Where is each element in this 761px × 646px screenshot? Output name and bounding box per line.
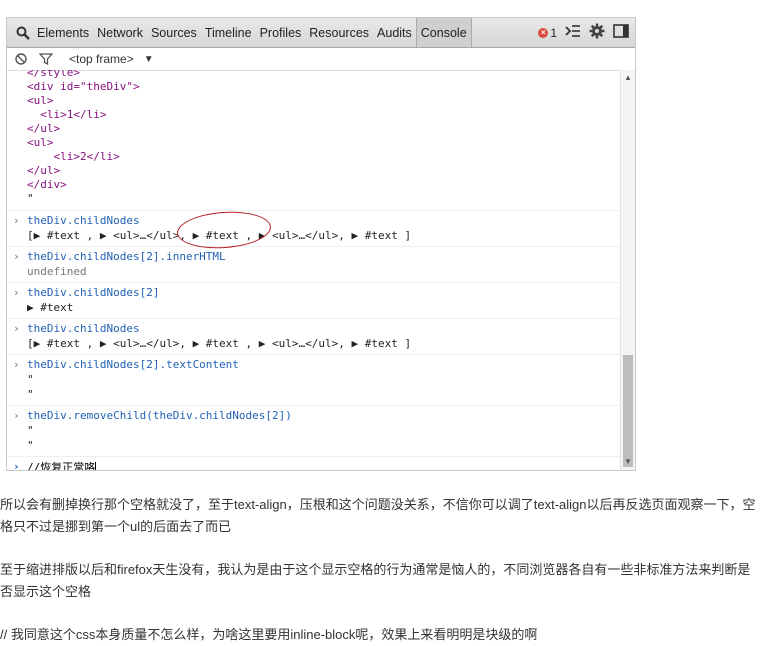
console-result: " ": [27, 424, 34, 452]
prompt-chevron-icon: ›: [13, 214, 20, 227]
article-paragraph: // 我同意这个css本身质量不怎么样，为啥这里要用inline-block呢，…: [0, 627, 538, 642]
console-command: theDiv.childNodes: [27, 322, 140, 335]
html-line: </ul>: [27, 122, 61, 135]
input-prompt-icon: ›: [13, 460, 20, 470]
console-command: theDiv.childNodes: [27, 214, 140, 227]
toolbar-right: × 1: [538, 18, 629, 47]
console-entry: › theDiv.childNodes[2].textContent " ": [7, 354, 621, 405]
devtools-toolbar: Elements Network Sources Timeline Profil…: [7, 18, 635, 48]
html-line: </ul>: [27, 164, 61, 177]
console-drawer-icon[interactable]: [565, 24, 581, 41]
console-command: theDiv.childNodes[2].textContent: [27, 358, 239, 371]
tab-audits[interactable]: Audits: [373, 18, 416, 47]
error-counter[interactable]: × 1: [538, 26, 557, 40]
devtools-panel: Elements Network Sources Timeline Profil…: [6, 17, 636, 471]
tab-network[interactable]: Network: [93, 18, 147, 47]
html-line: ": [27, 192, 34, 205]
html-line: </style>: [27, 70, 80, 79]
tab-timeline[interactable]: Timeline: [201, 18, 256, 47]
filter-icon[interactable]: [39, 53, 55, 65]
error-count: 1: [550, 25, 557, 40]
frame-dropdown-caret-icon[interactable]: ▼: [144, 54, 154, 65]
frame-selector[interactable]: <top frame>: [69, 52, 134, 66]
scrollbar-thumb[interactable]: [623, 355, 633, 467]
prompt-chevron-icon: ›: [13, 409, 20, 422]
console-entry: › theDiv.childNodes [▶ #text , ▶ <ul>…</…: [7, 318, 621, 354]
console-input[interactable]: //恢复正常咯: [27, 461, 95, 470]
console-entry: › theDiv.childNodes [▶ #text , ▶ <ul>…</…: [7, 210, 621, 246]
console-result: " ": [27, 373, 34, 401]
prompt-chevron-icon: ›: [13, 322, 20, 335]
html-line: <div id="theDiv">: [27, 80, 140, 93]
console-entry: › theDiv.childNodes[2] ▶ #text: [7, 282, 621, 318]
html-line: <ul>: [27, 136, 54, 149]
console-scrollbar[interactable]: ▲ ▼: [620, 70, 635, 470]
console-command: theDiv.childNodes[2]: [27, 286, 160, 299]
console-output: </style> <div id="theDiv"> <ul> <li>1</l…: [7, 70, 621, 470]
html-line: <ul>: [27, 94, 54, 107]
html-line: <li>2</li>: [27, 150, 120, 163]
scroll-up-arrow-icon[interactable]: ▲: [621, 72, 635, 84]
console-input-row[interactable]: › //恢复正常咯: [7, 456, 621, 470]
tab-console[interactable]: Console: [415, 18, 472, 47]
console-result: undefined: [27, 265, 87, 278]
console-command: theDiv.childNodes[2].innerHTML: [27, 250, 226, 263]
prompt-chevron-icon: ›: [13, 286, 20, 299]
console-entry: › theDiv.removeChild(theDiv.childNodes[2…: [7, 405, 621, 456]
search-icon[interactable]: [13, 26, 33, 40]
console-result[interactable]: [▶ #text , ▶ <ul>…</ul>, ▶ #text , ▶ <ul…: [27, 336, 621, 351]
html-output-block: </style> <div id="theDiv"> <ul> <li>1</l…: [7, 70, 621, 210]
console-entry: › theDiv.childNodes[2].innerHTML undefin…: [7, 246, 621, 282]
error-icon: ×: [538, 27, 549, 38]
console-result[interactable]: ▶ #text: [27, 300, 621, 315]
clear-console-icon[interactable]: [15, 53, 31, 65]
settings-gear-icon[interactable]: [589, 23, 605, 42]
prompt-chevron-icon: ›: [13, 250, 20, 263]
html-line: </div>: [27, 178, 67, 191]
tab-profiles[interactable]: Profiles: [256, 18, 306, 47]
console-command: theDiv.removeChild(theDiv.childNodes[2]): [27, 409, 292, 422]
prompt-chevron-icon: ›: [13, 358, 20, 371]
console-subbar: <top frame> ▼: [7, 48, 635, 71]
scroll-down-arrow-icon[interactable]: ▼: [621, 456, 635, 468]
tab-sources[interactable]: Sources: [147, 18, 201, 47]
article-paragraph: 至于缩进排版以后和firefox天生没有，我认为是由于这个显示空格的行为通常是恼…: [0, 562, 751, 599]
dock-side-icon[interactable]: [613, 24, 629, 41]
tab-elements[interactable]: Elements: [33, 18, 93, 47]
text-cursor: [95, 462, 97, 470]
tab-resources[interactable]: Resources: [305, 18, 373, 47]
html-line: <li>1</li>: [27, 108, 107, 121]
article-paragraph: 所以会有删掉换行那个空格就没了，至于text-align，压根和这个问题没关系，…: [0, 497, 756, 534]
console-result[interactable]: [▶ #text , ▶ <ul>…</ul>, ▶ #text , ▶ <ul…: [27, 228, 621, 243]
